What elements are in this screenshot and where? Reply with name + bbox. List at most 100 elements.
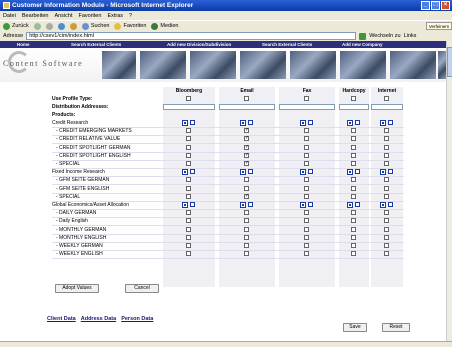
product-checkbox[interactable] [186,177,191,182]
product-checkbox[interactable]: ✓ [244,135,249,141]
home-icon[interactable] [69,22,77,30]
product-checkbox[interactable] [351,145,356,150]
product-checkbox[interactable]: ✓ [244,193,249,199]
select-all-checkbox[interactable] [240,120,246,126]
product-checkbox[interactable] [351,186,356,191]
select-none-checkbox[interactable] [248,202,253,207]
select-all-checkbox[interactable] [347,202,353,208]
product-checkbox[interactable] [351,210,356,215]
product-checkbox[interactable] [304,128,309,133]
select-all-checkbox[interactable] [380,202,386,208]
select-none-checkbox[interactable] [308,202,313,207]
product-checkbox[interactable] [384,145,389,150]
profile-checkbox[interactable] [244,96,249,101]
product-checkbox[interactable] [186,218,191,223]
select-all-checkbox[interactable] [182,202,188,208]
product-checkbox[interactable] [351,153,356,158]
address-field[interactable] [339,104,369,110]
product-checkbox[interactable] [304,177,309,182]
links-label[interactable]: Links [404,33,417,39]
maximize-button[interactable]: □ [431,1,440,10]
favorites-button[interactable]: Favoriten [114,22,146,30]
product-checkbox[interactable] [244,186,249,191]
product-checkbox[interactable] [186,161,191,166]
product-checkbox[interactable] [186,153,191,158]
product-checkbox[interactable] [351,136,356,141]
product-checkbox[interactable] [244,235,249,240]
media-button[interactable]: Medien [151,22,178,30]
profile-checkbox[interactable] [351,96,356,101]
address-field[interactable] [163,104,215,110]
product-checkbox[interactable] [186,210,191,215]
select-none-checkbox[interactable] [355,120,360,125]
product-checkbox[interactable] [304,218,309,223]
product-checkbox[interactable] [244,177,249,182]
nav-link[interactable]: Home [17,42,30,47]
profile-checkbox[interactable] [186,96,191,101]
product-checkbox[interactable] [351,218,356,223]
product-checkbox[interactable] [244,227,249,232]
select-none-checkbox[interactable] [308,169,313,174]
product-checkbox[interactable]: ✓ [244,127,249,133]
menu-item[interactable]: Datei [3,13,16,19]
address-field[interactable] [219,104,275,110]
menu-item[interactable]: ? [129,13,132,19]
select-all-checkbox[interactable] [300,202,306,208]
product-checkbox[interactable]: ✓ [244,160,249,166]
menu-item[interactable]: Ansicht [54,13,72,19]
product-checkbox[interactable] [186,194,191,199]
product-checkbox[interactable] [384,136,389,141]
scrollbar-thumb[interactable] [447,47,452,77]
close-button[interactable]: × [441,1,450,10]
product-checkbox[interactable] [304,243,309,248]
nav-link[interactable]: Add new Division/Subdivision [167,42,231,47]
select-all-checkbox[interactable] [182,169,188,175]
product-checkbox[interactable] [384,153,389,158]
address-field[interactable] [371,104,403,110]
product-checkbox[interactable] [351,243,356,248]
product-checkbox[interactable] [304,194,309,199]
nav-link[interactable]: Search External Clients [71,42,121,47]
product-checkbox[interactable] [304,161,309,166]
product-checkbox[interactable] [244,243,249,248]
address-data-link[interactable]: Address Data [81,316,116,322]
select-none-checkbox[interactable] [190,169,195,174]
product-checkbox[interactable] [304,136,309,141]
profile-checkbox[interactable] [384,96,389,101]
product-checkbox[interactable] [384,251,389,256]
product-checkbox[interactable] [384,243,389,248]
select-all-checkbox[interactable] [380,120,386,126]
person-data-link[interactable]: Person Data [121,316,153,322]
product-checkbox[interactable] [304,145,309,150]
product-checkbox[interactable] [244,251,249,256]
nav-link[interactable]: Add new Company [342,42,383,47]
menu-item[interactable]: Bearbeiten [22,13,49,19]
select-none-checkbox[interactable] [388,202,393,207]
product-checkbox[interactable] [351,194,356,199]
product-checkbox[interactable] [186,145,191,150]
select-all-checkbox[interactable] [240,169,246,175]
address-input[interactable]: http://csev1/cim/index.html [26,32,357,40]
select-none-checkbox[interactable] [190,202,195,207]
profile-checkbox[interactable] [304,96,309,101]
product-checkbox[interactable] [384,235,389,240]
product-checkbox[interactable] [384,186,389,191]
product-checkbox[interactable] [186,235,191,240]
product-checkbox[interactable] [384,210,389,215]
product-checkbox[interactable] [351,235,356,240]
product-checkbox[interactable] [304,235,309,240]
product-checkbox[interactable] [384,218,389,223]
product-checkbox[interactable] [351,177,356,182]
menu-item[interactable]: Favoriten [79,13,102,19]
product-checkbox[interactable]: ✓ [244,144,249,150]
select-all-checkbox[interactable] [347,169,353,175]
product-checkbox[interactable] [244,210,249,215]
product-checkbox[interactable] [384,161,389,166]
product-checkbox[interactable] [304,251,309,256]
select-all-checkbox[interactable] [240,202,246,208]
product-checkbox[interactable] [186,128,191,133]
product-checkbox[interactable] [384,128,389,133]
select-none-checkbox[interactable] [355,169,360,174]
search-button[interactable]: Suchen [81,22,109,30]
select-all-checkbox[interactable] [182,120,188,126]
